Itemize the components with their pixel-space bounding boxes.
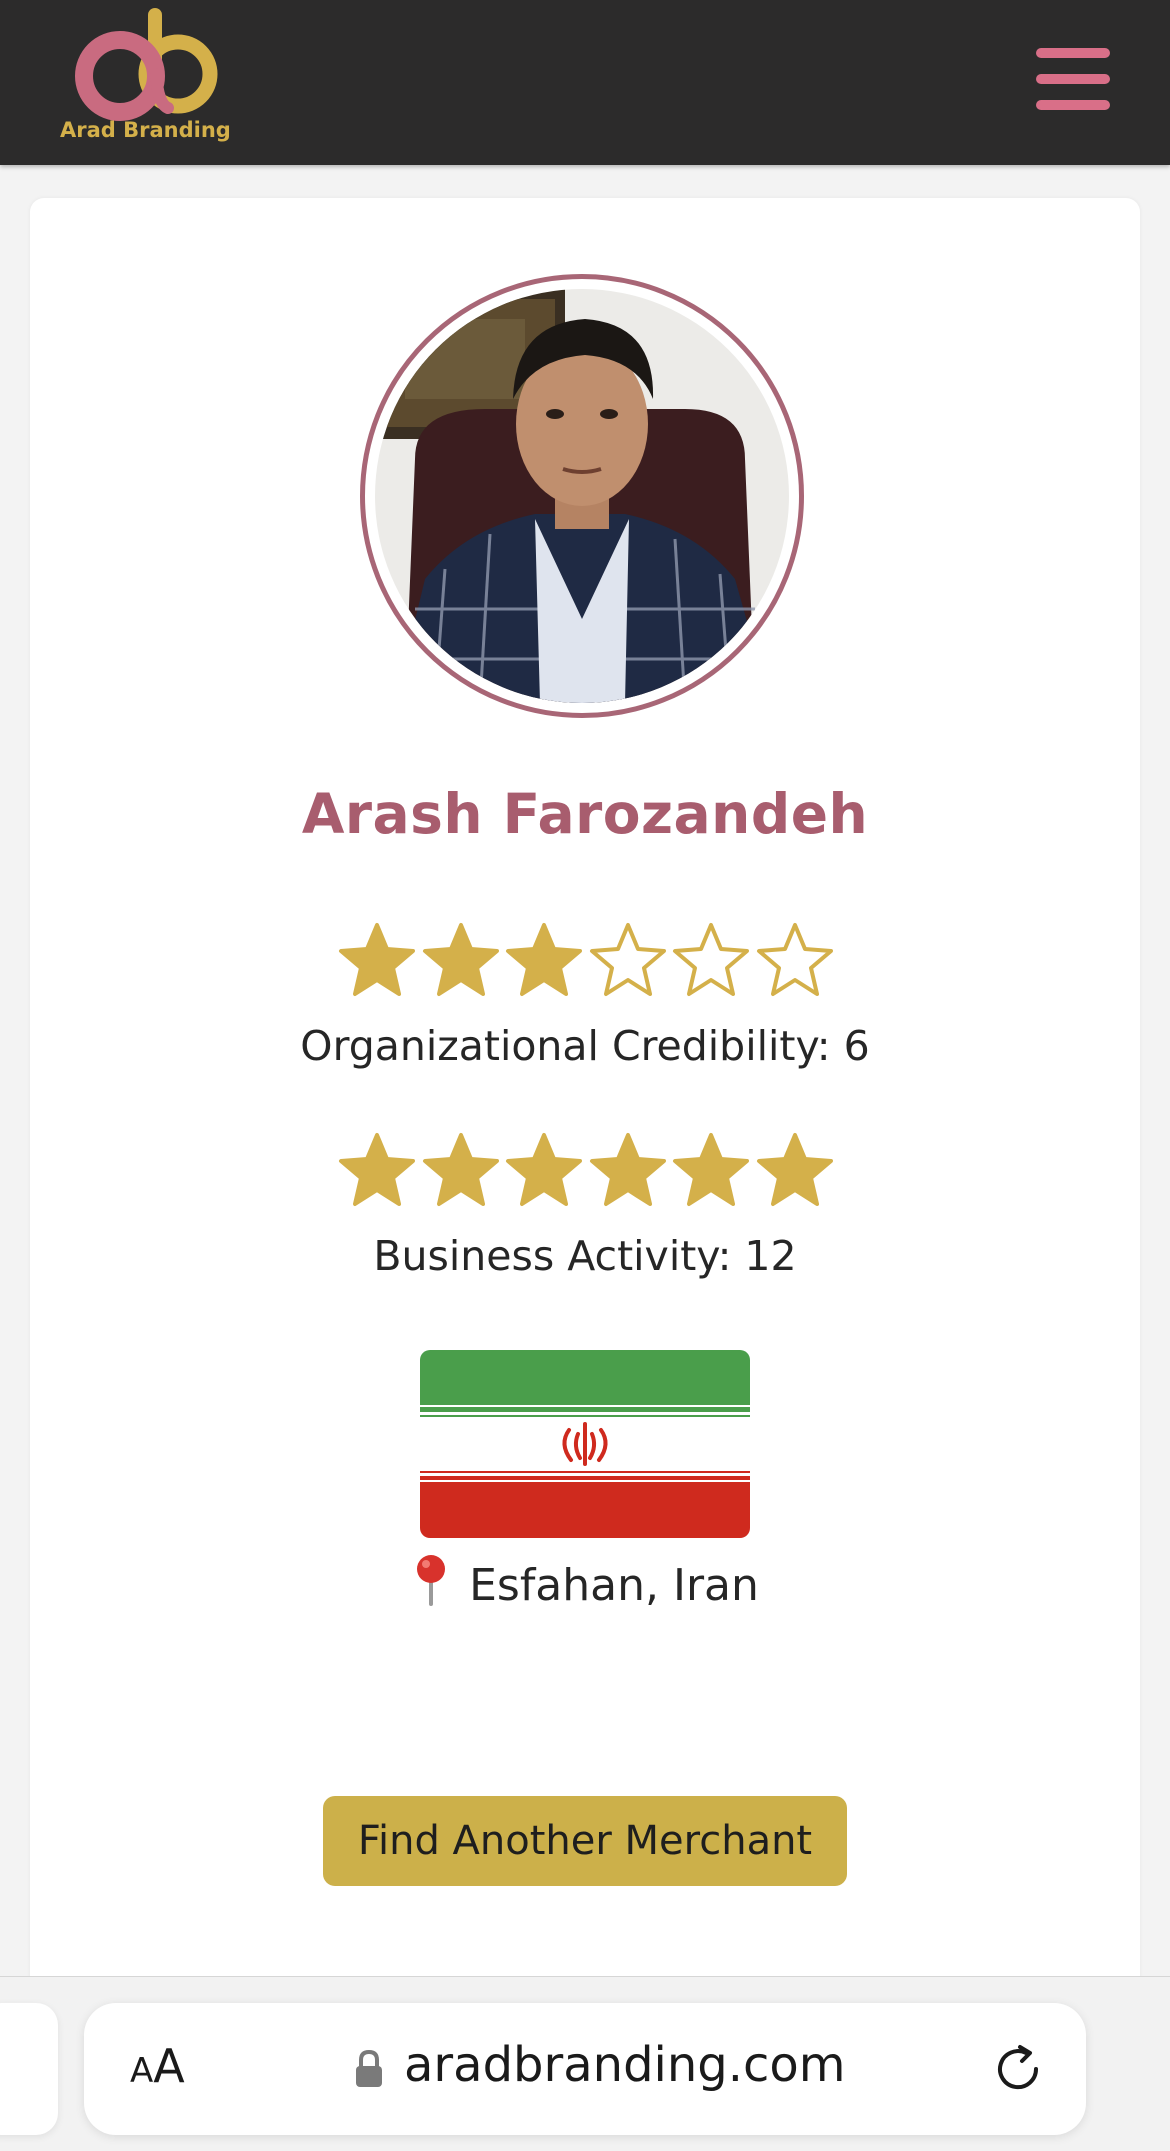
find-another-merchant-button[interactable]: Find Another Merchant — [323, 1796, 847, 1886]
top-navigation-bar: Arad Branding — [0, 0, 1170, 165]
browser-address-bar-area: AA aradbranding.com — [0, 1976, 1170, 2151]
star-filled-icon — [339, 1133, 415, 1206]
profile-photo — [375, 289, 789, 703]
avatar-frame — [360, 274, 804, 718]
star-filled-icon — [589, 1133, 666, 1206]
location-text: Esfahan, Iran — [469, 1560, 759, 1611]
star-empty-icon — [589, 923, 666, 996]
iran-flag — [420, 1350, 750, 1538]
star-filled-icon — [756, 1133, 833, 1206]
credibility-star-rating — [338, 922, 834, 1002]
star-filled-icon — [339, 923, 415, 996]
logo-text: Arad Branding — [60, 118, 231, 142]
text-size-small-a: A — [130, 2051, 154, 2091]
reload-icon[interactable] — [992, 2041, 1048, 2097]
address-bar[interactable]: AA aradbranding.com — [84, 2003, 1086, 2135]
star-filled-icon — [506, 923, 583, 996]
star-filled-icon — [673, 1133, 750, 1206]
map-pin-icon — [417, 1555, 446, 1606]
hamburger-menu-icon[interactable] — [1036, 44, 1112, 114]
text-size-big-a: A — [153, 2039, 185, 2093]
business-activity-star-rating — [338, 1132, 834, 1212]
credibility-label: Organizational Credibility: 6 — [300, 1022, 870, 1070]
merchant-location: Esfahan, Iran — [0, 1554, 1170, 1611]
lock-icon — [356, 2049, 382, 2087]
star-filled-icon — [422, 1133, 499, 1206]
business-activity-label: Business Activity: 12 — [373, 1232, 797, 1280]
star-filled-icon — [506, 1133, 583, 1206]
star-empty-icon — [673, 923, 750, 996]
star-empty-icon — [756, 923, 833, 996]
previous-tab-preview[interactable] — [0, 2003, 58, 2135]
url-text[interactable]: aradbranding.com — [404, 2037, 846, 2093]
star-filled-icon — [422, 923, 499, 996]
merchant-name: Arash Farozandeh — [301, 782, 869, 846]
text-size-button[interactable]: AA — [130, 2039, 185, 2093]
